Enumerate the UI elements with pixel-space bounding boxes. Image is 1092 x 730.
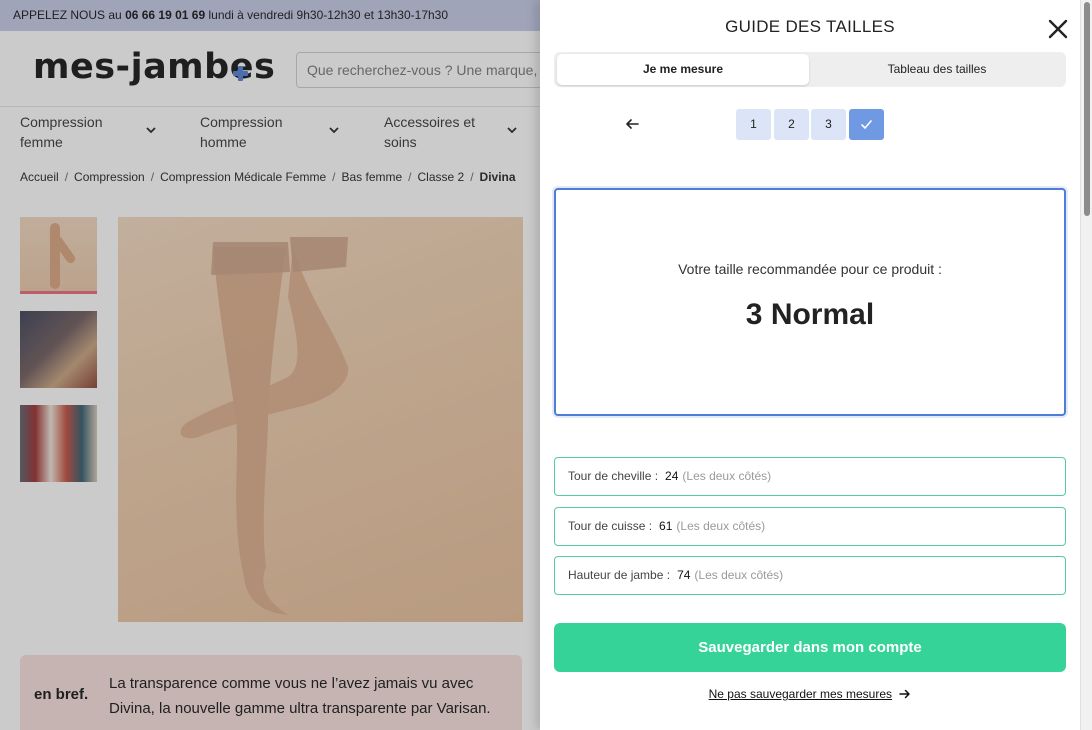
measure-value: 74 xyxy=(677,568,691,582)
scrollbar-thumb[interactable] xyxy=(1084,2,1090,216)
step-3[interactable]: 3 xyxy=(811,109,846,140)
measure-label: Tour de cheville : xyxy=(568,469,659,483)
modal-backdrop[interactable] xyxy=(0,0,540,730)
tab-je-me-mesure[interactable]: Je me mesure xyxy=(557,54,809,85)
measure-value: 24 xyxy=(665,469,679,483)
step-2[interactable]: 2 xyxy=(774,109,809,140)
close-icon xyxy=(1048,19,1068,39)
result-label: Votre taille recommandée pour ce produit… xyxy=(678,261,942,277)
measure-value: 61 xyxy=(659,519,673,533)
arrow-right-icon xyxy=(899,689,911,699)
size-guide-panel: GUIDE DES TAILLES Je me mesure Tableau d… xyxy=(540,0,1080,730)
save-to-account-button[interactable]: Sauvegarder dans mon compte xyxy=(554,623,1066,672)
skip-save-link[interactable]: Ne pas sauvegarder mes mesures xyxy=(540,687,1080,701)
step-1[interactable]: 1 xyxy=(736,109,771,140)
measure-note: (Les deux côtés) xyxy=(676,519,766,533)
recommended-size: 3 Normal xyxy=(745,298,875,331)
measure-ankle-field[interactable]: Tour de cheville : 24 (Les deux côtés) xyxy=(554,457,1066,496)
arrow-left-icon xyxy=(626,119,639,129)
measure-note: (Les deux côtés) xyxy=(694,568,784,582)
measure-leg-height-field[interactable]: Hauteur de jambe : 74 (Les deux côtés) xyxy=(554,556,1066,595)
close-button[interactable] xyxy=(1047,18,1069,40)
measure-label: Tour de cuisse : xyxy=(568,519,653,533)
tab-tableau-des-tailles[interactable]: Tableau des tailles xyxy=(811,54,1063,85)
scrollbar[interactable] xyxy=(1080,0,1092,730)
check-icon xyxy=(861,120,872,129)
size-result-card: Votre taille recommandée pour ce produit… xyxy=(554,188,1066,416)
measure-thigh-field[interactable]: Tour de cuisse : 61 (Les deux côtés) xyxy=(554,507,1066,546)
size-guide-title: GUIDE DES TAILLES xyxy=(725,17,895,36)
back-button[interactable] xyxy=(624,116,640,132)
size-guide-tabs: Je me mesure Tableau des tailles xyxy=(554,52,1066,87)
step-complete[interactable] xyxy=(849,109,884,140)
measure-label: Hauteur de jambe : xyxy=(568,568,671,582)
measure-note: (Les deux côtés) xyxy=(682,469,772,483)
skip-save-label: Ne pas sauvegarder mes mesures xyxy=(708,687,893,701)
